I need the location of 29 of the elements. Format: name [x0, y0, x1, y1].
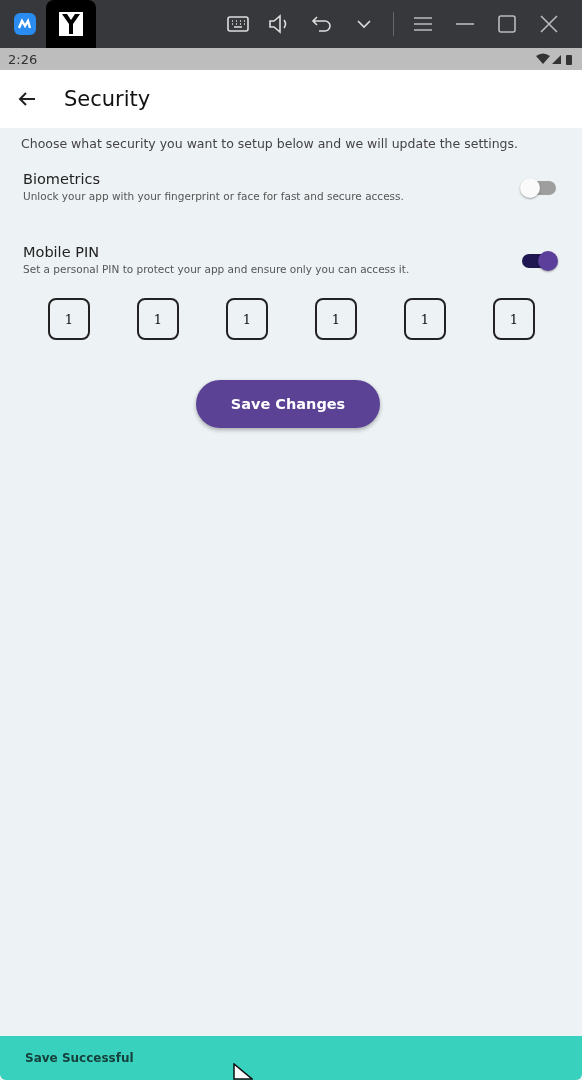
pin-digit-field[interactable]: 1	[404, 298, 446, 340]
app-logo-icon[interactable]	[59, 12, 83, 36]
undo-icon[interactable]	[311, 15, 333, 33]
pin-digit-field[interactable]: 1	[137, 298, 179, 340]
setting-description: Set a personal PIN to protect your app and ensure only you can access it.	[23, 263, 410, 275]
maximize-icon[interactable]	[498, 15, 516, 33]
app-logo-icon[interactable]	[14, 13, 36, 35]
intro-text: Choose what security you want to setup below and we will update the settings.	[21, 136, 520, 151]
save-changes-button[interactable]: Save Changes	[196, 380, 380, 428]
pin-digit-field[interactable]: 1	[48, 298, 90, 340]
toggle-switch[interactable]	[522, 254, 556, 268]
pin-digit-field[interactable]: 1	[226, 298, 268, 340]
setting-title: Mobile PIN	[23, 244, 101, 260]
back-arrow-icon[interactable]	[18, 91, 36, 107]
minimize-icon[interactable]	[455, 22, 475, 26]
mouse-cursor-icon	[233, 1063, 253, 1080]
setting-description: Unlock your app with your fingerprint or face for fast and secure access.	[23, 190, 404, 202]
chevron-down-icon[interactable]	[356, 19, 372, 29]
status-icons	[536, 53, 574, 65]
menu-icon[interactable]	[413, 16, 433, 32]
setting-title: Biometrics	[23, 171, 102, 187]
page-title: Security	[64, 87, 151, 111]
toggle-switch[interactable]	[522, 181, 556, 195]
pin-digit-field[interactable]: 1	[493, 298, 535, 340]
close-icon[interactable]	[540, 15, 558, 33]
keyboard-icon[interactable]	[227, 16, 249, 32]
snackbar-message: Save Successful	[25, 1051, 134, 1065]
pin-digit-field[interactable]: 1	[315, 298, 357, 340]
status-time: 2:26	[8, 51, 38, 67]
